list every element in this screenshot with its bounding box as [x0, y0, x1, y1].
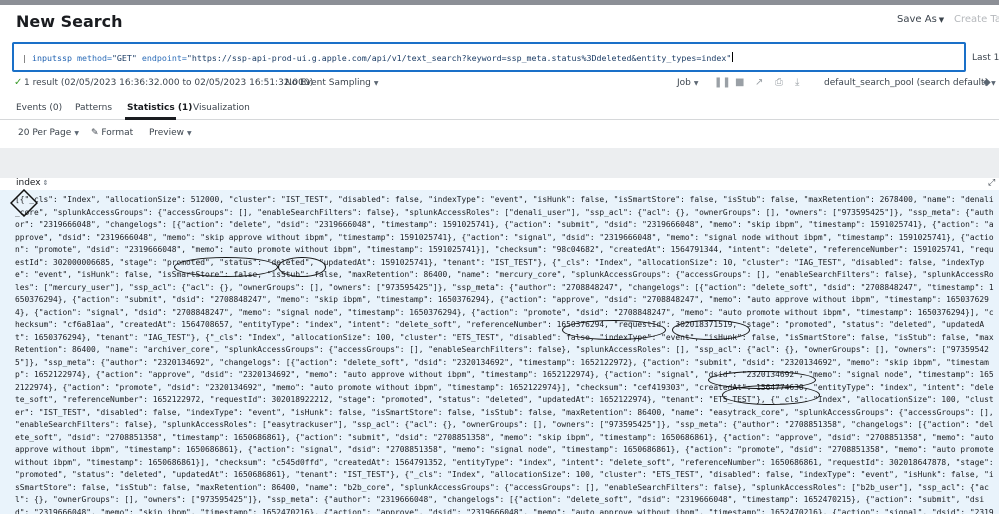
save-as-label: Save As	[897, 14, 937, 25]
search-endpoint-arg: endpoint=	[141, 53, 187, 63]
format-label: Format	[101, 128, 134, 138]
page-header	[0, 5, 999, 41]
pause-icon[interactable]: ❚❚	[714, 77, 731, 88]
tab-visualization[interactable]: Visualization	[193, 103, 250, 113]
preview-label: Preview	[149, 128, 185, 138]
job-menu[interactable]: Job ▼	[677, 78, 699, 88]
job-label: Job	[677, 78, 691, 88]
column-header-label: index	[16, 178, 41, 188]
create-table-button[interactable]: Create Tab	[954, 14, 999, 25]
chevron-down-icon: ▼	[74, 130, 79, 137]
annotation-diamond	[10, 189, 38, 217]
text-cursor	[732, 52, 734, 62]
search-pool-dropdown[interactable]: default_search_pool (search default) ▼	[824, 78, 996, 88]
download-icon[interactable]: ⤓	[795, 77, 799, 88]
checkmark-icon: ✓	[14, 77, 23, 88]
chevron-down-icon: ▼	[373, 80, 379, 87]
column-header-index[interactable]: index ⇕	[16, 178, 49, 188]
result-summary: 1 result (02/05/2023 16:36:32.000 to 02/…	[24, 78, 314, 88]
annotation-circle	[722, 385, 820, 405]
event-sampling-dropdown[interactable]: No Event Sampling ▼	[285, 78, 379, 88]
search-method-value: "GET"	[111, 53, 137, 63]
results-gray-band	[0, 148, 999, 178]
time-range-picker[interactable]: Last 15	[972, 53, 999, 63]
search-method-arg: method=	[76, 53, 112, 63]
per-page-label: 20 Per Page	[18, 128, 72, 138]
annotation-circle	[278, 257, 326, 277]
stop-icon[interactable]: ■	[735, 77, 744, 88]
annotation-circle	[562, 320, 666, 340]
save-as-button[interactable]: Save As ▼	[897, 14, 944, 25]
tab-events[interactable]: Events (0)	[16, 103, 62, 113]
annotation-circle	[672, 320, 750, 340]
search-input[interactable]: | inputssp method="GET" endpoint="https:…	[12, 42, 966, 72]
search-endpoint-value: "https://ssp-api-prod-ui.g.apple.com/api…	[186, 53, 732, 63]
expand-icon[interactable]: ⤢	[988, 178, 995, 188]
per-page-dropdown[interactable]: 20 Per Page ▼	[18, 128, 79, 138]
table-cell-value: [{"_cls": "Index", "allocationSize": 512…	[15, 195, 994, 514]
sort-icon: ⇕	[42, 179, 49, 187]
format-button[interactable]: ✎ Format	[91, 128, 133, 138]
preview-dropdown[interactable]: Preview ▼	[149, 128, 192, 138]
search-pool-label: default_search_pool (search default)	[824, 78, 989, 88]
active-tab-indicator	[125, 117, 176, 120]
chevron-down-icon: ▼	[991, 80, 996, 87]
print-icon[interactable]: ⎙	[775, 77, 783, 88]
search-pipe: |	[22, 53, 27, 63]
share-icon[interactable]: ↗	[755, 77, 763, 88]
event-sampling-label: No Event Sampling	[285, 78, 371, 88]
tab-patterns[interactable]: Patterns	[75, 103, 112, 113]
search-mode-icon[interactable]: ◆	[983, 77, 991, 88]
chevron-down-icon: ▼	[187, 130, 192, 137]
search-command: inputssp	[32, 53, 72, 63]
pencil-icon: ✎	[91, 128, 99, 138]
chevron-down-icon: ▼	[693, 80, 699, 87]
chevron-down-icon: ▼	[938, 16, 945, 24]
annotation-circle	[174, 257, 278, 277]
tab-statistics[interactable]: Statistics (1)	[127, 103, 192, 113]
page-title: New Search	[16, 12, 123, 31]
search-query: | inputssp method="GET" endpoint="https:…	[22, 52, 734, 63]
